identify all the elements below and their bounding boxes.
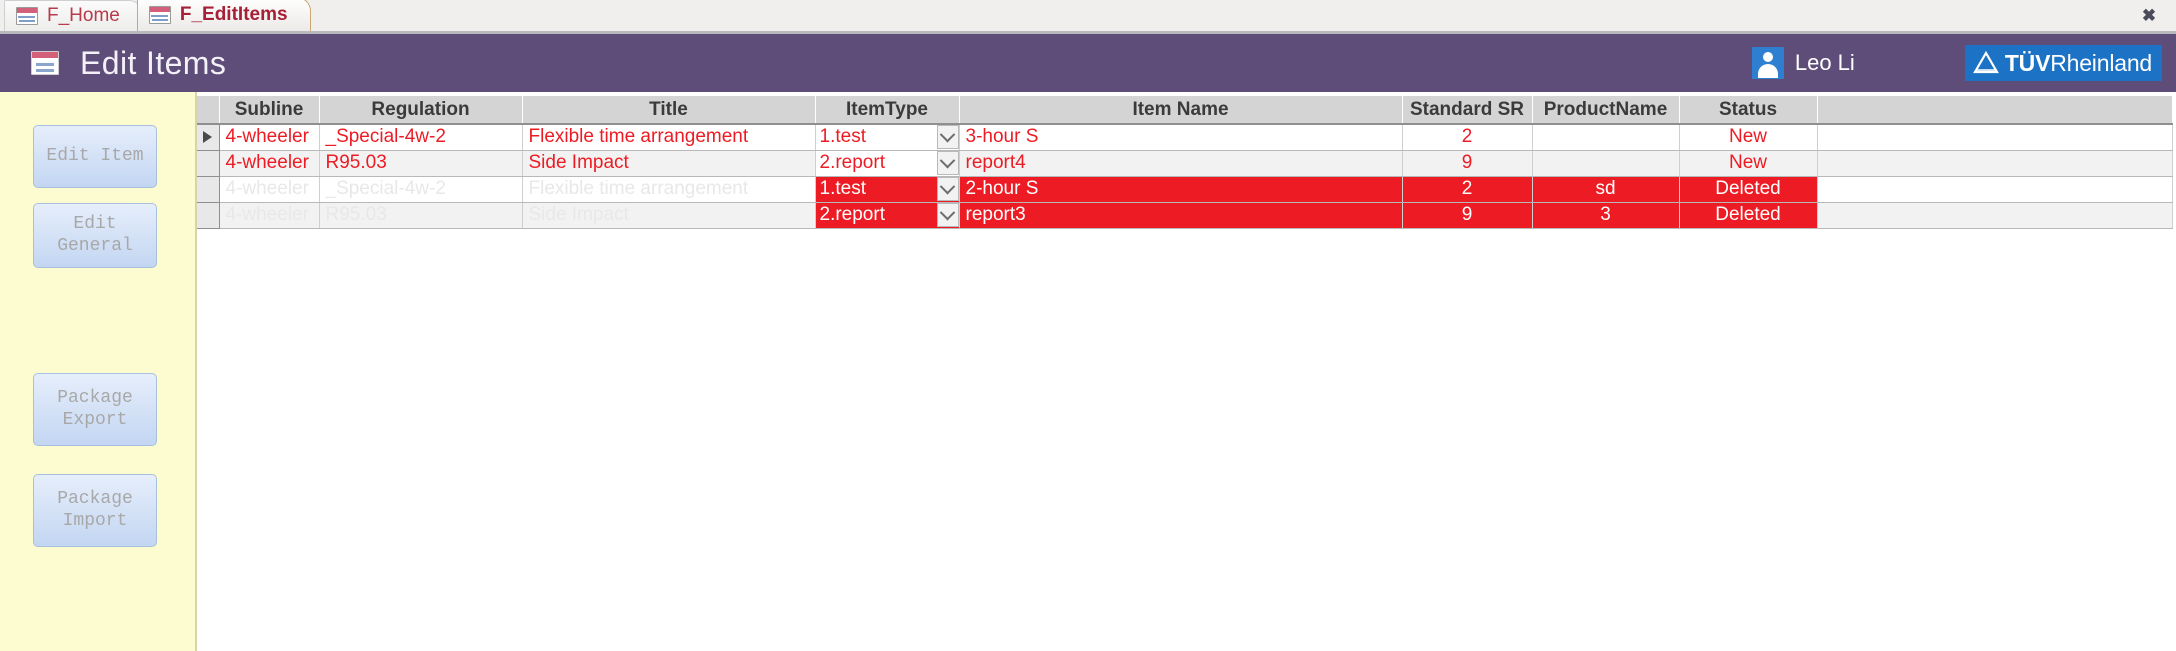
- package-export-button[interactable]: Package Export: [33, 373, 157, 446]
- chevron-down-icon[interactable]: [936, 125, 958, 149]
- page-header: Edit Items Leo Li TÜVRheinland: [0, 34, 2176, 92]
- form-icon: [16, 7, 38, 25]
- header-right-group: Leo Li TÜVRheinland: [1751, 45, 2176, 81]
- cell-productname[interactable]: 3: [1532, 202, 1680, 229]
- column-header-itemtype[interactable]: ItemType: [815, 96, 960, 125]
- user-avatar-icon: [1751, 47, 1784, 79]
- table-row[interactable]: 4-wheeler _Special-4w-2 Flexible time arra…: [197, 176, 2173, 203]
- record-selector[interactable]: [197, 202, 220, 229]
- table-row[interactable]: 4-wheeler _Special-4w-2 Flexible time arra…: [197, 124, 2173, 151]
- brand-light: Rheinland: [2050, 49, 2152, 76]
- table-header-row: Subline Regulation Title ItemType Item Name S…: [197, 96, 2173, 125]
- chevron-down-icon[interactable]: [936, 203, 958, 227]
- cell-blank: [1817, 150, 2173, 177]
- column-header-blank[interactable]: [1817, 96, 2173, 125]
- column-header-regulation[interactable]: Regulation: [319, 96, 523, 125]
- page-title: Edit Items: [80, 44, 227, 81]
- cell-blank: [1817, 202, 2173, 229]
- cell-productname[interactable]: [1532, 150, 1680, 177]
- record-selector-header: [197, 96, 220, 125]
- record-selector[interactable]: [197, 124, 220, 151]
- cell-regulation[interactable]: _Special-4w-2: [319, 176, 523, 203]
- cell-blank: [1817, 124, 2173, 151]
- tab-f-home[interactable]: F_Home: [4, 0, 143, 31]
- cell-itemtype[interactable]: 1.test: [815, 124, 960, 151]
- cell-title[interactable]: Flexible time arrangement: [522, 124, 816, 151]
- cell-standardsr[interactable]: 9: [1402, 150, 1533, 177]
- cell-subline[interactable]: 4-wheeler: [219, 202, 320, 229]
- itemtype-value: 1.test: [819, 126, 866, 148]
- cell-itemname[interactable]: report3: [959, 202, 1403, 229]
- itemtype-value: 1.test: [815, 177, 937, 201]
- column-header-title[interactable]: Title: [522, 96, 816, 125]
- cell-itemtype[interactable]: 2.report: [815, 150, 960, 177]
- record-selector[interactable]: [197, 176, 220, 203]
- cell-itemtype[interactable]: 1.test: [815, 176, 960, 203]
- tuv-triangle-icon: [1972, 51, 1999, 74]
- form-icon: [148, 5, 171, 24]
- cell-regulation[interactable]: R95.03: [319, 202, 523, 229]
- column-header-subline[interactable]: Subline: [219, 96, 320, 125]
- table-row[interactable]: 4-wheeler R95.03 Side Impact 2.report report…: [197, 150, 2173, 177]
- datasheet-grid: Subline Regulation Title ItemType Item Name S…: [197, 92, 2176, 651]
- column-header-productname[interactable]: ProductName: [1532, 96, 1680, 125]
- cell-regulation[interactable]: R95.03: [319, 150, 523, 177]
- column-header-itemname[interactable]: Item Name: [959, 96, 1403, 125]
- edit-item-button[interactable]: Edit Item: [33, 125, 157, 188]
- itemtype-value: 2.report: [819, 152, 885, 173]
- table-body: 4-wheeler _Special-4w-2 Flexible time arra…: [197, 124, 2173, 229]
- chevron-down-icon[interactable]: [936, 151, 958, 175]
- cell-blank: [1817, 176, 2173, 203]
- tab-label: F_EditItems: [179, 3, 288, 25]
- edit-general-button[interactable]: Edit General: [33, 203, 157, 268]
- tab-label: F_Home: [47, 5, 120, 26]
- cell-standardsr[interactable]: 2: [1402, 124, 1533, 151]
- current-record-arrow-icon: [203, 131, 213, 144]
- cell-subline[interactable]: 4-wheeler: [219, 150, 320, 177]
- body-area: Edit Item Edit General Package Export Pa…: [0, 92, 2176, 651]
- table-row[interactable]: 4-wheeler R95.03 Side Impact 2.report report…: [197, 202, 2173, 229]
- sidebar: Edit Item Edit General Package Export Pa…: [0, 92, 197, 651]
- cell-itemname[interactable]: 2-hour S: [959, 176, 1403, 203]
- cell-standardsr[interactable]: 2: [1402, 176, 1533, 203]
- items-table: Subline Regulation Title ItemType Item Name S…: [197, 96, 2173, 229]
- cell-itemname[interactable]: 3-hour S: [959, 124, 1403, 151]
- cell-subline[interactable]: 4-wheeler: [219, 124, 320, 151]
- cell-subline[interactable]: 4-wheeler: [219, 176, 320, 203]
- cell-title[interactable]: Flexible time arrangement: [522, 176, 816, 203]
- brand-text: TÜVRheinland: [2005, 50, 2152, 77]
- cell-status[interactable]: New: [1679, 150, 1818, 177]
- column-header-status[interactable]: Status: [1679, 96, 1818, 125]
- cell-title[interactable]: Side Impact: [522, 202, 816, 229]
- record-selector[interactable]: [197, 150, 220, 177]
- form-icon: [31, 51, 59, 75]
- cell-itemname[interactable]: report4: [959, 150, 1403, 177]
- cell-title[interactable]: Side Impact: [522, 150, 816, 177]
- cell-productname[interactable]: [1532, 124, 1680, 151]
- brand-logo: TÜVRheinland: [1964, 45, 2162, 81]
- cell-status[interactable]: New: [1679, 124, 1818, 151]
- chevron-down-icon[interactable]: [936, 177, 958, 201]
- close-icon[interactable]: ✖: [2136, 4, 2162, 28]
- cell-status[interactable]: Deleted: [1679, 176, 1818, 203]
- current-user[interactable]: Leo Li: [1751, 47, 1855, 79]
- itemtype-value: 2.report: [815, 203, 937, 227]
- column-header-standardsr[interactable]: Standard SR: [1402, 96, 1533, 125]
- brand-bold: TÜV: [2004, 49, 2051, 76]
- tab-strip: F_Home F_EditItems ✖: [0, 0, 2176, 34]
- cell-itemtype[interactable]: 2.report: [815, 202, 960, 229]
- cell-standardsr[interactable]: 9: [1402, 202, 1533, 229]
- cell-status[interactable]: Deleted: [1679, 202, 1818, 229]
- user-name-label: Leo Li: [1794, 50, 1855, 75]
- tab-f-edititems[interactable]: F_EditItems: [136, 0, 311, 31]
- package-import-button[interactable]: Package Import: [33, 474, 157, 547]
- cell-productname[interactable]: sd: [1532, 176, 1680, 203]
- cell-regulation[interactable]: _Special-4w-2: [319, 124, 523, 151]
